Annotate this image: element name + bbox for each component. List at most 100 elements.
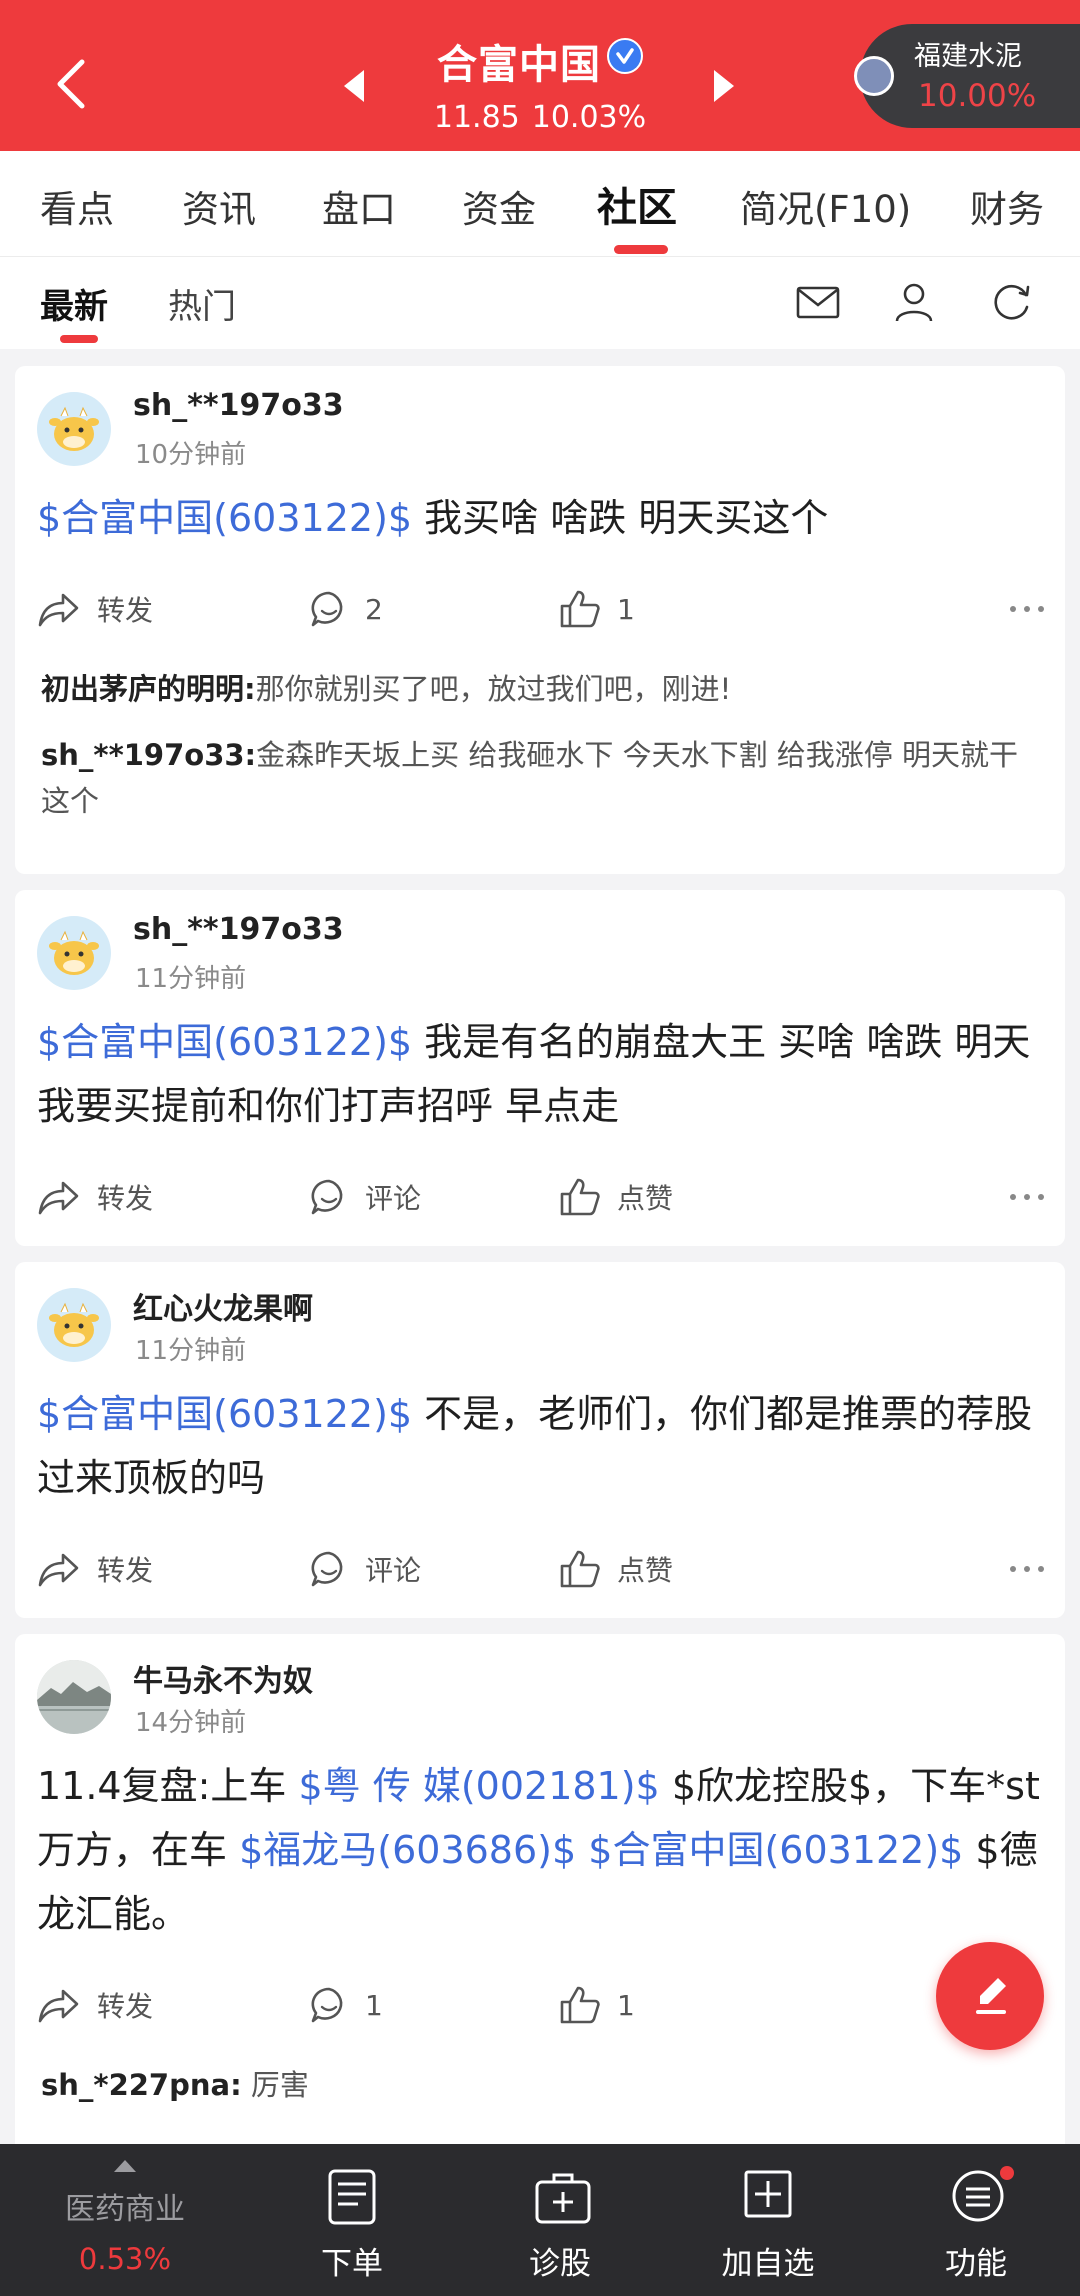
place-order-label: 下单 [321,2246,383,2282]
main-tab-bar: 看点 资讯 盘口 资金 社区 简况(F10) 财务 [0,151,1080,257]
tab-news[interactable]: 资讯 [182,179,256,233]
post-content[interactable]: $合富中国(603122)$ 我是有名的崩盘大王 买啥 啥跌 明天我要买提前和你… [37,1010,1043,1138]
post-text: 我买啥 啥跌 明天买这个 [412,496,829,540]
post-card[interactable]: sh_**197o33 11分钟前 $合富中国(603122)$ 我是有名的崩盘… [15,890,1065,1246]
tab-community[interactable]: 社区 [597,175,677,233]
avatar[interactable] [37,1660,111,1734]
previous-stock-icon[interactable] [340,66,370,106]
comment-label: 评论 [365,1182,422,1215]
reply-item[interactable]: sh_**197o33:金森昨天坂上买 给我砸水下 今天水下割 给我涨停 明天就… [41,732,1025,824]
tab-order-book[interactable]: 盘口 [322,179,396,233]
refresh-icon[interactable] [986,277,1036,327]
tab-finance[interactable]: 财务 [970,179,1044,233]
post-content[interactable]: 11.4复盘:上车 $粤 传 媒(002181)$ $欣龙控股$，下车*st万方… [37,1754,1043,1946]
sector-indicator[interactable]: 医药商业 0.53% [0,2144,250,2296]
sector-pct: 0.53% [78,2242,172,2276]
comment-button[interactable]: 1 [309,1980,383,2030]
stock-quote: 11.85 10.03% [380,100,700,135]
compose-post-button[interactable] [936,1942,1044,2050]
reply-username[interactable]: sh_**197o33: [41,738,256,772]
avatar[interactable] [37,392,111,466]
post-username[interactable]: sh_**197o33 [133,388,344,423]
user-icon[interactable] [889,277,939,327]
avatar[interactable] [37,916,111,990]
post-username[interactable]: sh_**197o33 [133,912,344,947]
stock-tag-link[interactable]: $合富中国(603122)$ [37,1392,412,1436]
thumbs-up-icon [560,1178,600,1216]
add-watchlist-button[interactable]: 加自选 [698,2144,838,2296]
more-options-icon[interactable] [1007,594,1047,624]
thumbs-up-icon [560,1550,600,1588]
post-actions: 转发 1 1 [37,1980,1047,2030]
tab-kandian[interactable]: 看点 [40,179,114,233]
post-card[interactable]: 红心火龙果啊 11分钟前 $合富中国(603122)$ 不是，老师们，你们都是推… [15,1262,1065,1618]
next-stock-icon[interactable] [708,66,738,106]
like-button[interactable]: 点赞 [559,1544,673,1594]
stock-tag-link[interactable]: $福龙马(603686)$ [239,1828,576,1872]
menu-circle-icon [952,2170,1004,2222]
diagnose-stock-button[interactable]: 诊股 [490,2144,630,2296]
stock-tag-link[interactable]: $合富中国(603122)$ [37,1020,412,1064]
comment-button[interactable]: 评论 [309,1544,421,1594]
functions-button[interactable]: 功能 [906,2144,1046,2296]
stock-tag-link[interactable]: $合富中国(603122)$ [588,1828,963,1872]
comment-button[interactable]: 评论 [309,1172,421,1222]
back-arrow-icon[interactable] [48,52,96,116]
stock-tag-link[interactable]: $粤 传 媒(002181)$ [299,1764,660,1808]
reply-username[interactable]: sh_*227pna: [41,2068,242,2102]
stock-price: 11.85 [433,100,520,135]
stock-name: 合富中国 [437,42,601,88]
related-stock-pill[interactable]: 福建水泥 10.00% [854,24,1080,128]
like-count: 1 [617,1988,635,2022]
repost-label: 转发 [97,594,154,627]
reply-item[interactable]: sh_*227pna: 厉害 [41,2062,1025,2108]
medical-kit-icon [535,2173,591,2224]
post-content[interactable]: $合富中国(603122)$ 不是，老师们，你们都是推票的荐股过来顶板的吗 [37,1382,1043,1510]
post-username[interactable]: 红心火龙果啊 [133,1284,313,1328]
avatar[interactable] [37,1288,111,1362]
stock-title: 合富中国 [380,32,700,90]
tab-funds[interactable]: 资金 [462,179,536,233]
cow-avatar-icon [49,930,99,975]
notification-dot [1000,2166,1014,2180]
reply-username[interactable]: 初出茅庐的明明: [41,672,256,706]
share-arrow-icon [38,1553,79,1587]
post-card[interactable]: 牛马永不为奴 14分钟前 11.4复盘:上车 $粤 传 媒(002181)$ $… [15,1634,1065,2164]
caret-up-icon [114,2160,136,2172]
more-options-icon[interactable] [1007,1182,1047,1212]
reply-text: 那你就别买了吧，放过我们吧，刚进! [255,672,732,706]
thumbs-up-icon [560,1986,600,2024]
post-time: 10分钟前 [135,440,247,470]
like-button[interactable]: 1 [559,1980,635,2030]
share-arrow-icon [38,1181,79,1215]
repost-button[interactable]: 转发 [37,1172,153,1222]
place-order-button[interactable]: 下单 [282,2144,422,2296]
mail-icon[interactable] [793,277,843,327]
verified-check-icon [607,38,643,74]
repost-button[interactable]: 转发 [37,584,153,634]
comment-button[interactable]: 2 [309,584,383,634]
comment-count: 1 [365,1988,383,2022]
add-watchlist-label: 加自选 [721,2246,815,2282]
thumbs-up-icon [560,590,600,628]
subtab-hot[interactable]: 热门 [168,279,236,328]
post-card[interactable]: sh_**197o33 10分钟前 $合富中国(603122)$ 我买啥 啥跌 … [15,366,1065,874]
post-content[interactable]: $合富中国(603122)$ 我买啥 啥跌 明天买这个 [37,486,1043,550]
post-time: 11分钟前 [135,964,247,994]
stock-tag-link[interactable]: $合富中国(603122)$ [37,496,412,540]
comment-count: 2 [365,592,383,626]
like-button[interactable]: 1 [559,584,635,634]
subtab-latest[interactable]: 最新 [40,279,108,328]
reply-item[interactable]: 初出茅庐的明明:那你就别买了吧，放过我们吧，刚进! [41,666,1025,712]
post-username[interactable]: 牛马永不为奴 [133,1656,313,1700]
like-button[interactable]: 点赞 [559,1172,673,1222]
comment-bubble-icon [311,591,343,627]
share-arrow-icon [38,593,79,627]
comment-bubble-icon [311,1987,343,2023]
post-actions: 转发 2 1 [37,584,1047,634]
repost-button[interactable]: 转发 [37,1544,153,1594]
sector-name: 医药商业 [65,2192,185,2227]
repost-button[interactable]: 转发 [37,1980,153,2030]
more-options-icon[interactable] [1007,1554,1047,1584]
tab-profile-f10[interactable]: 简况(F10) [740,179,911,233]
